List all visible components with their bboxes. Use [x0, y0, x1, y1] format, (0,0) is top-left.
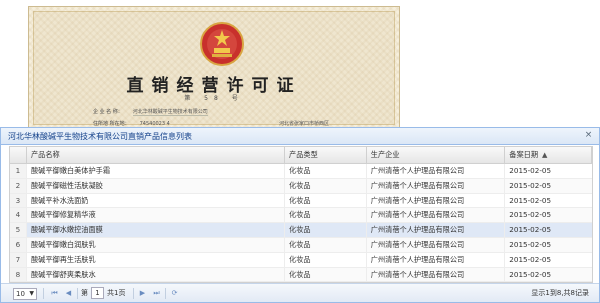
table-row[interactable]: 2 酸碱平御磁性活肤凝胶 化妆品 广州清蓓个人护理品有限公司 2015-02-05 — [10, 178, 592, 194]
cell-filing-date: 2015-02-05 — [509, 254, 552, 264]
cell-product-name: 酸碱平御再生活肤乳 — [27, 252, 286, 267]
row-number: 8 — [10, 267, 27, 282]
cell-manufacturer: 广州清蓓个人护理品有限公司 — [367, 178, 506, 193]
certificate-field-address: 住所地 所在地： 74540023 4 — [93, 120, 170, 128]
first-page-icon[interactable]: ⏮ — [49, 288, 60, 299]
page-label-suffix: 共1页 — [107, 289, 126, 297]
column-header-filing-date[interactable]: 备案日期 ▲ — [505, 147, 592, 163]
row-number: 2 — [10, 178, 27, 193]
cell-product-name: 酸碱平御水嫩控油面膜 — [27, 223, 286, 237]
cell-product-type: 化妆品 — [285, 193, 367, 208]
close-icon[interactable]: × — [583, 130, 594, 141]
emblem-icon — [200, 22, 244, 66]
pager-separator — [133, 288, 134, 299]
cell-manufacturer: 广州清蓓个人护理品有限公司 — [367, 208, 506, 223]
cell-product-type: 化妆品 — [285, 164, 367, 178]
cell-product-type: 化妆品 — [285, 178, 367, 193]
column-header-label: 备案日期 — [509, 150, 539, 159]
cell-product-name: 酸碱平御舒爽柔肤水 — [27, 267, 286, 282]
cell-product-type: 化妆品 — [285, 267, 367, 282]
cell-filing-date: 2015-02-05 — [509, 225, 552, 235]
row-number: 3 — [10, 193, 27, 208]
last-page-icon[interactable]: ⏭ — [151, 288, 162, 299]
dialog-header: 河北华林酸碱平生物技术有限公司直销产品信息列表 × — [1, 128, 599, 145]
dialog-title: 河北华林酸碱平生物技术有限公司直销产品信息列表 — [8, 132, 192, 141]
cell-manufacturer: 广州清蓓个人护理品有限公司 — [367, 223, 506, 237]
cell-filing-date: 2015-02-05 — [509, 269, 552, 279]
cell-product-type: 化妆品 — [285, 208, 367, 223]
column-header-product-type[interactable]: 产品类型 — [285, 147, 367, 163]
cell-product-name: 酸碱平御磁性活肤凝胶 — [27, 178, 286, 193]
table-row[interactable]: 7 酸碱平御再生活肤乳 化妆品 广州清蓓个人护理品有限公司 2015-02-05 — [10, 252, 592, 268]
pager-separator — [165, 288, 166, 299]
cell-filing-date: 2015-02-05 — [509, 239, 552, 249]
product-list-dialog: 河北华林酸碱平生物技术有限公司直销产品信息列表 × 产品名称 产品类型 生产企业… — [0, 127, 600, 303]
page-label-prefix: 第 — [81, 289, 88, 297]
certificate-field-company: 企 业 名 称： 河北华林酸碱平生物技术有限公司 — [93, 108, 208, 116]
row-number: 4 — [10, 208, 27, 223]
sort-ascending-icon: ▲ — [542, 151, 548, 159]
row-number: 1 — [10, 164, 27, 178]
certificate-number: 第 58 号 — [184, 95, 244, 102]
table-row[interactable]: 8 酸碱平御舒爽柔肤水 化妆品 广州清蓓个人护理品有限公司 2015-02-05 — [10, 267, 592, 283]
cell-manufacturer: 广州清蓓个人护理品有限公司 — [367, 267, 506, 282]
page-size-value: 10 — [16, 290, 25, 298]
page-size-select[interactable]: 10 ▼ — [13, 288, 37, 300]
cell-manufacturer: 广州清蓓个人护理品有限公司 — [367, 164, 506, 178]
next-page-icon[interactable]: ▶ — [137, 288, 148, 299]
pagination-bar: 10 ▼ ⏮ ◀ 第 1 共1页 ▶ ⏭ ⟳ 显示1到8,共8记录 — [1, 283, 599, 302]
cell-product-type: 化妆品 — [285, 223, 367, 237]
column-header-product-name[interactable]: 产品名称 — [27, 147, 286, 163]
product-table: 产品名称 产品类型 生产企业 备案日期 ▲ 1 酸碱平御嫩白美体护手霜 化妆品 广州清蓓… — [9, 146, 593, 283]
pager-separator — [43, 288, 44, 299]
cell-filing-date: 2015-02-05 — [509, 166, 552, 175]
cell-product-name: 酸碱平御嫩白润肤乳 — [27, 237, 286, 252]
dropdown-caret-icon: ▼ — [29, 290, 34, 297]
table-header: 产品名称 产品类型 生产企业 备案日期 ▲ — [10, 147, 592, 164]
row-number: 5 — [10, 223, 27, 237]
table-row[interactable]: 1 酸碱平御嫩白美体护手霜 化妆品 广州清蓓个人护理品有限公司 2015-02-05 — [10, 164, 592, 179]
pager-record-info: 显示1到8,共8记录 — [531, 289, 589, 297]
certificate-field-value: 河北华林酸碱平生物技术有限公司 — [132, 109, 208, 116]
table-row[interactable]: 3 酸碱平补水洗面奶 化妆品 广州清蓓个人护理品有限公司 2015-02-05 — [10, 193, 592, 209]
cell-filing-date: 2015-02-05 — [509, 210, 552, 220]
cell-manufacturer: 广州清蓓个人护理品有限公司 — [367, 237, 506, 252]
current-page-input[interactable]: 1 — [91, 287, 104, 299]
cell-product-name: 酸碱平御嫩白美体护手霜 — [27, 164, 286, 178]
license-certificate-image: 直销经营许可证 第 58 号 企 业 名 称： 河北华林酸碱平生物技术有限公司 住… — [28, 6, 400, 130]
cell-product-name: 酸碱平御修复精华液 — [27, 208, 286, 223]
cell-product-name: 酸碱平补水洗面奶 — [27, 193, 286, 208]
prev-page-icon[interactable]: ◀ — [63, 288, 74, 299]
column-header-manufacturer[interactable]: 生产企业 — [367, 147, 506, 163]
cell-filing-date: 2015-02-05 — [509, 195, 552, 205]
table-row[interactable]: 5 酸碱平御水嫩控油面膜 化妆品 广州清蓓个人护理品有限公司 2015-02-05 — [10, 223, 592, 238]
table-row[interactable]: 4 酸碱平御修复精华液 化妆品 广州清蓓个人护理品有限公司 2015-02-05 — [10, 208, 592, 224]
row-number-header — [10, 147, 27, 163]
table-row[interactable]: 6 酸碱平御嫩白润肤乳 化妆品 广州清蓓个人护理品有限公司 2015-02-05 — [10, 237, 592, 253]
row-number: 7 — [10, 252, 27, 267]
table-body: 1 酸碱平御嫩白美体护手霜 化妆品 广州清蓓个人护理品有限公司 2015-02-05 2 酸… — [10, 164, 592, 283]
cell-product-type: 化妆品 — [285, 237, 367, 252]
pager-separator — [77, 288, 78, 299]
cell-product-type: 化妆品 — [285, 252, 367, 267]
certificate-field-label: 企 业 名 称： — [93, 109, 123, 115]
refresh-icon[interactable]: ⟳ — [169, 288, 180, 299]
cell-manufacturer: 广州清蓓个人护理品有限公司 — [367, 252, 506, 267]
row-number: 6 — [10, 237, 27, 252]
cell-filing-date: 2015-02-05 — [509, 180, 552, 190]
certificate-aside-text: 河北省张家口市桥西区 — [279, 121, 330, 127]
cell-manufacturer: 广州清蓓个人护理品有限公司 — [367, 193, 506, 208]
